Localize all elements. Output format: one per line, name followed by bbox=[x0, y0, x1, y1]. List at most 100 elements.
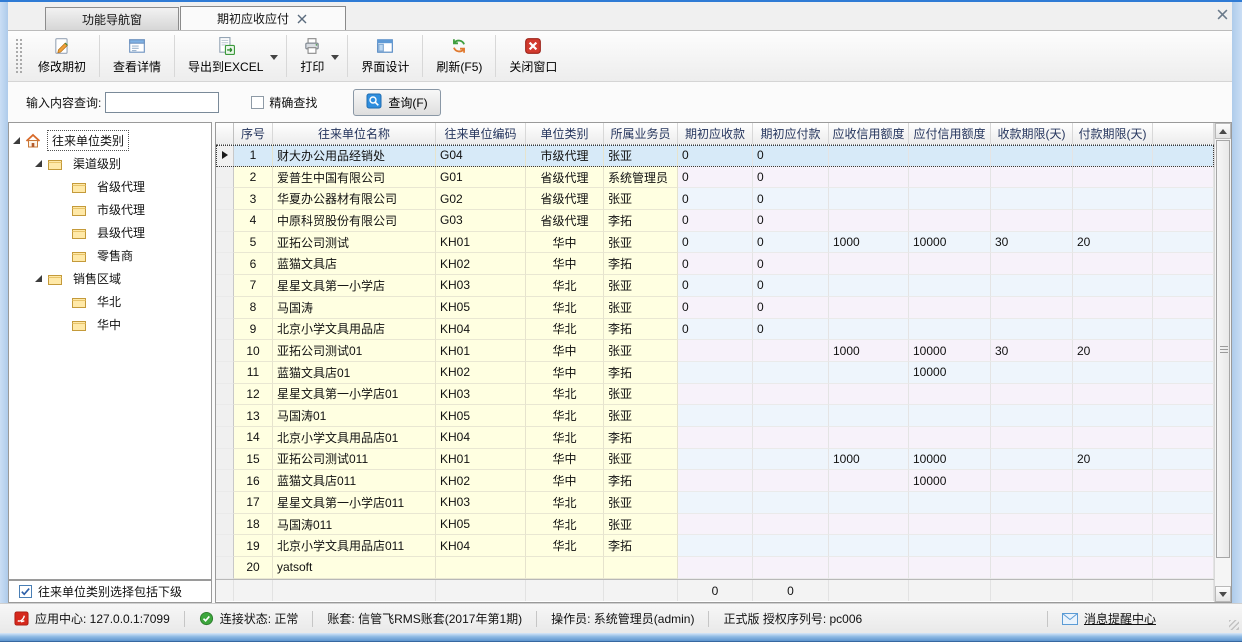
cell: 亚拓公司测试 bbox=[273, 232, 436, 254]
table-row[interactable]: 12星星文具第一小学店01KH03华北张亚 bbox=[216, 384, 1214, 406]
cell bbox=[991, 427, 1073, 449]
table-row[interactable]: 10亚拓公司测试01KH01华中张亚1000100003020 bbox=[216, 340, 1214, 362]
cell: 0 bbox=[678, 188, 753, 210]
tree-item-4[interactable]: 县级代理 bbox=[9, 221, 211, 244]
cell: 华中 bbox=[526, 253, 604, 275]
tab-function-nav[interactable]: 功能导航窗 bbox=[45, 7, 179, 30]
column-header[interactable]: 期初应付款 bbox=[753, 123, 829, 144]
view-details-button[interactable]: 查看详情 bbox=[101, 31, 173, 81]
cell bbox=[526, 557, 604, 579]
table-row[interactable]: 7星星文具第一小学店KH03华北张亚00 bbox=[216, 275, 1214, 297]
tree-item-1[interactable]: 渠道级别 bbox=[9, 152, 211, 175]
table-row[interactable]: 1财大办公用品经销处G04市级代理张亚00 bbox=[216, 145, 1214, 167]
tree-item-8[interactable]: 华中 bbox=[9, 313, 211, 336]
table-row[interactable]: 3华夏办公器材有限公司G02省级代理张亚00 bbox=[216, 188, 1214, 210]
scrollbar-thumb[interactable] bbox=[1216, 140, 1230, 558]
tree-expander-icon[interactable] bbox=[13, 137, 20, 144]
row-indicator-cell bbox=[216, 253, 234, 275]
cell: 0 bbox=[753, 253, 829, 275]
tree-item-label: 零售商 bbox=[93, 246, 137, 265]
tree-item-5[interactable]: 零售商 bbox=[9, 244, 211, 267]
vertical-scrollbar[interactable] bbox=[1214, 123, 1231, 602]
cell: 华北 bbox=[526, 297, 604, 319]
cell: KH04 bbox=[436, 535, 526, 557]
resize-grip-icon[interactable] bbox=[1229, 620, 1239, 630]
cell bbox=[991, 210, 1073, 232]
cell bbox=[909, 167, 991, 189]
include-sub-checkbox[interactable] bbox=[19, 585, 32, 598]
dropdown-arrow-icon[interactable] bbox=[270, 55, 278, 60]
tree-item-6[interactable]: 销售区域 bbox=[9, 267, 211, 290]
tab-opening-balance[interactable]: 期初应收应付 bbox=[180, 6, 346, 30]
table-row[interactable]: 9北京小学文具用品店KH04华北李拓00 bbox=[216, 319, 1214, 341]
cell: 0 bbox=[678, 167, 753, 189]
tree-expander-icon[interactable] bbox=[35, 275, 42, 282]
modify-opening-button[interactable]: 修改期初 bbox=[26, 31, 98, 81]
column-header[interactable]: 收款期限(天) bbox=[991, 123, 1073, 144]
cell bbox=[829, 405, 909, 427]
table-row[interactable]: 16蓝猫文具店011KH02华中李拓10000 bbox=[216, 470, 1214, 492]
message-center-link[interactable]: 消息提醒中心 bbox=[1048, 610, 1170, 627]
toolbar-grip[interactable] bbox=[16, 39, 22, 73]
window-content: 功能导航窗 期初应收应付 修改期初 查看详情 bbox=[8, 2, 1232, 603]
cell: 2 bbox=[234, 167, 273, 189]
column-header[interactable]: 往来单位编码 bbox=[436, 123, 526, 144]
tab-close-icon[interactable] bbox=[297, 13, 309, 25]
status-bar: 应用中心: 127.0.0.1:7099 连接状态: 正常 账套: 信管飞RMS… bbox=[0, 603, 1242, 633]
cell: 张亚 bbox=[604, 514, 678, 536]
table-row[interactable]: 15亚拓公司测试011KH01华中张亚10001000020 bbox=[216, 449, 1214, 471]
table-row[interactable]: 5亚拓公司测试KH01华中张亚001000100003020 bbox=[216, 232, 1214, 254]
cell: 张亚 bbox=[604, 297, 678, 319]
close-window-button[interactable]: 关闭窗口 bbox=[497, 31, 569, 81]
ui-design-button[interactable]: 界面设计 bbox=[349, 31, 421, 81]
table-row[interactable]: 6蓝猫文具店KH02华中李拓00 bbox=[216, 253, 1214, 275]
table-row[interactable]: 4中原科贸股份有限公司G03省级代理李拓00 bbox=[216, 210, 1214, 232]
cell: 17 bbox=[234, 492, 273, 514]
cell bbox=[991, 492, 1073, 514]
cell bbox=[991, 405, 1073, 427]
print-button[interactable]: 打印 bbox=[288, 31, 346, 81]
query-input[interactable] bbox=[105, 92, 219, 113]
column-header[interactable]: 应收信用额度 bbox=[829, 123, 909, 144]
filler-cell bbox=[1153, 340, 1214, 362]
cell: 张亚 bbox=[604, 449, 678, 471]
dropdown-arrow-icon[interactable] bbox=[331, 55, 339, 60]
cell bbox=[829, 535, 909, 557]
exact-match-checkbox[interactable] bbox=[251, 96, 264, 109]
refresh-button[interactable]: 刷新(F5) bbox=[424, 31, 494, 81]
column-header[interactable]: 应付信用额度 bbox=[909, 123, 991, 144]
column-header[interactable]: 期初应收款 bbox=[678, 123, 753, 144]
cell: 马国涛 bbox=[273, 297, 436, 319]
column-header[interactable]: 往来单位名称 bbox=[273, 123, 436, 144]
table-row[interactable]: 11蓝猫文具店01KH02华中李拓10000 bbox=[216, 362, 1214, 384]
search-button[interactable]: 查询(F) bbox=[353, 89, 440, 116]
window-right-border bbox=[1232, 2, 1242, 603]
column-header[interactable]: 所属业务员 bbox=[604, 123, 678, 144]
table-row[interactable]: 17星星文具第一小学店011KH03华北张亚 bbox=[216, 492, 1214, 514]
cell: 系统管理员 bbox=[604, 167, 678, 189]
tree-item-3[interactable]: 市级代理 bbox=[9, 198, 211, 221]
table-row[interactable]: 2爱普生中国有限公司G01省级代理系统管理员00 bbox=[216, 167, 1214, 189]
column-header[interactable]: 序号 bbox=[234, 123, 273, 144]
table-row[interactable]: 19北京小学文具用品店011KH04华北李拓 bbox=[216, 535, 1214, 557]
cell bbox=[829, 514, 909, 536]
export-excel-button[interactable]: 导出到EXCEL bbox=[176, 31, 285, 81]
window-close-icon[interactable] bbox=[1214, 6, 1230, 22]
cell: 0 bbox=[753, 210, 829, 232]
column-header[interactable]: 付款期限(天) bbox=[1073, 123, 1153, 144]
table-row[interactable]: 14北京小学文具用品店01KH04华北李拓 bbox=[216, 427, 1214, 449]
table-row[interactable]: 18马国涛011KH05华北张亚 bbox=[216, 514, 1214, 536]
table-row[interactable]: 20yatsoft bbox=[216, 557, 1214, 579]
scroll-down-button[interactable] bbox=[1215, 586, 1231, 602]
table-row[interactable]: 13马国涛01KH05华北张亚 bbox=[216, 405, 1214, 427]
table-row[interactable]: 8马国涛KH05华北张亚00 bbox=[216, 297, 1214, 319]
tree-expander-icon[interactable] bbox=[35, 160, 42, 167]
summary-row: 00 bbox=[216, 579, 1214, 601]
tree-item-7[interactable]: 华北 bbox=[9, 290, 211, 313]
column-header[interactable]: 单位类别 bbox=[526, 123, 604, 144]
tree-item-0[interactable]: 往来单位类别 bbox=[9, 129, 211, 152]
tree-item-2[interactable]: 省级代理 bbox=[9, 175, 211, 198]
cell: 20 bbox=[1073, 232, 1153, 254]
scroll-up-button[interactable] bbox=[1215, 123, 1231, 139]
operator-text: 操作员: 系统管理员(admin) bbox=[551, 610, 694, 627]
